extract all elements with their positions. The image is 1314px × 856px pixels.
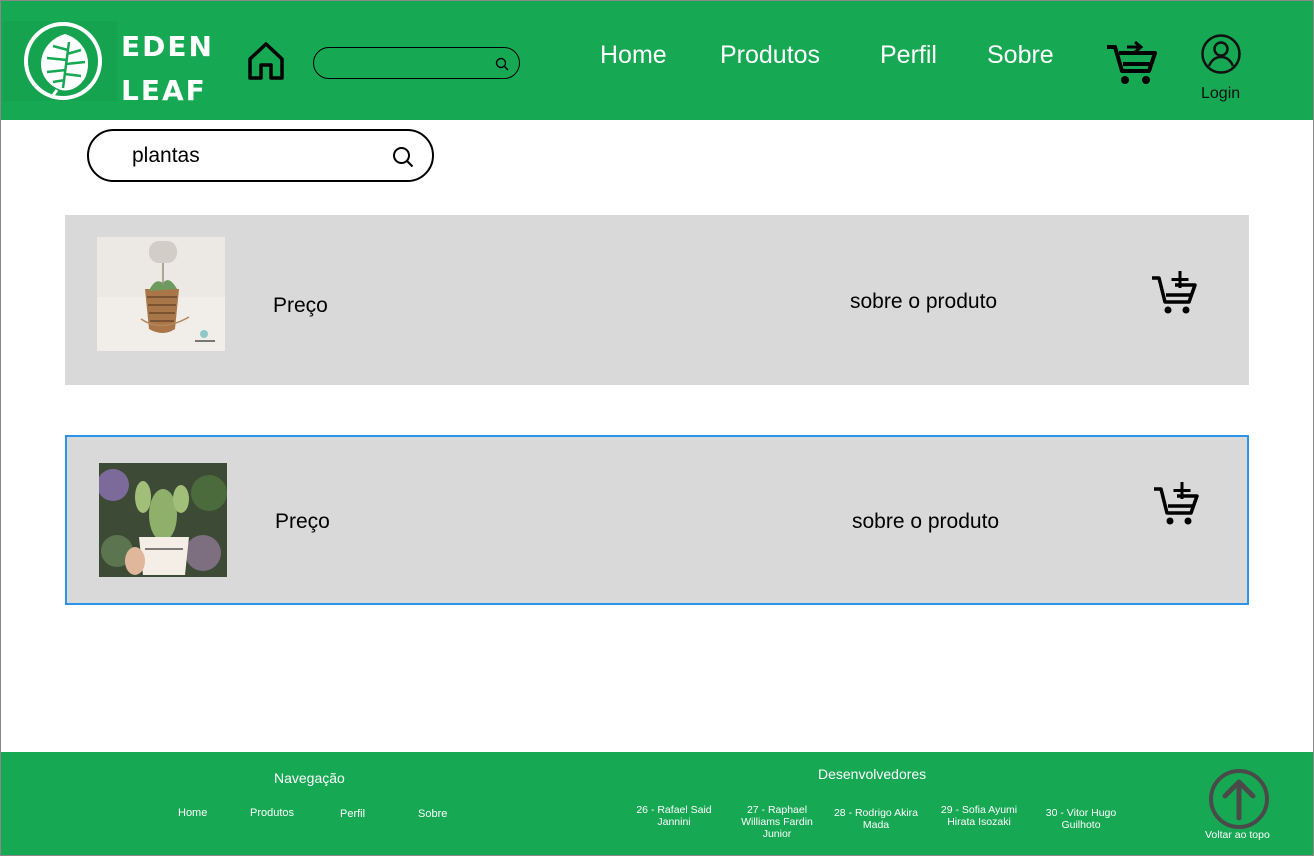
developer-line: Williams Fardin: [741, 816, 813, 828]
brand-line-1: EDEN: [121, 30, 214, 63]
nav-perfil[interactable]: Perfil: [880, 41, 937, 70]
nav-sobre[interactable]: Sobre: [987, 41, 1054, 70]
developer-line: 27 - Raphael: [746, 804, 808, 816]
footer-link-perfil[interactable]: Perfil: [340, 808, 365, 820]
developer-credit: 26 - Rafael Said Jannini: [624, 804, 724, 828]
product-about-link[interactable]: sobre o produto: [852, 510, 999, 534]
developer-line: Mada: [862, 819, 890, 831]
footer-link-home[interactable]: Home: [178, 807, 207, 819]
product-about-link[interactable]: sobre o produto: [850, 290, 997, 314]
product-row[interactable]: Preço sobre o produto: [65, 435, 1249, 605]
product-row[interactable]: Preço sobre o produto: [65, 215, 1249, 385]
brand-name: EDEN LEAF: [121, 25, 214, 113]
developer-line: 30 - Vitor Hugo: [1045, 807, 1117, 819]
footer-nav-title: Navegação: [274, 770, 345, 786]
login-label[interactable]: Login: [1201, 85, 1240, 103]
developer-line: Guilhoto: [1061, 819, 1101, 831]
product-image[interactable]: [97, 237, 225, 351]
nav-home[interactable]: Home: [600, 41, 667, 70]
developer-credit: 30 - Vitor Hugo Guilhoto: [1035, 807, 1127, 831]
leaf-logo-icon: [24, 22, 102, 100]
product-price: Preço: [275, 510, 330, 533]
product-search-input[interactable]: [132, 142, 382, 170]
cart-add-icon[interactable]: [1105, 41, 1157, 87]
developer-credit: 27 - Raphael Williams Fardin Junior: [732, 804, 822, 840]
nav-produtos[interactable]: Produtos: [720, 41, 820, 70]
arrow-up-icon[interactable]: [1208, 768, 1270, 830]
developer-credit: 29 - Sofia Ayumi Hirata Isozaki: [930, 804, 1028, 828]
developer-line: 26 - Rafael Said: [636, 804, 712, 816]
footer: Navegação Home Produtos Perfil Sobre Des…: [1, 752, 1313, 855]
product-image[interactable]: [99, 463, 227, 577]
developer-line: Hirata Isozaki: [947, 816, 1011, 828]
footer-link-produtos[interactable]: Produtos: [250, 807, 294, 819]
product-search[interactable]: [87, 129, 434, 182]
user-icon[interactable]: [1200, 33, 1242, 75]
footer-link-sobre[interactable]: Sobre: [418, 808, 447, 820]
home-icon[interactable]: [247, 41, 285, 81]
footer-devs-title: Desenvolvedores: [818, 766, 927, 782]
developer-line: Jannini: [657, 816, 691, 828]
page: EDEN LEAF Home Produtos Perfil Sobre Log…: [0, 0, 1314, 856]
product-price: Preço: [273, 294, 328, 317]
back-to-top-label[interactable]: Voltar ao topo: [1205, 829, 1270, 841]
search-icon[interactable]: [392, 146, 414, 168]
header-search[interactable]: [313, 47, 520, 79]
search-icon[interactable]: [495, 57, 509, 71]
developer-credit: 28 - Rodrigo Akira Mada: [826, 807, 926, 831]
developer-line: 28 - Rodrigo Akira: [833, 807, 919, 819]
header-search-input[interactable]: [326, 52, 496, 74]
cart-add-icon[interactable]: [1151, 270, 1197, 316]
developer-line: Junior: [762, 828, 792, 840]
developer-line: 29 - Sofia Ayumi: [940, 804, 1018, 816]
cart-add-icon[interactable]: [1153, 481, 1199, 527]
header: EDEN LEAF Home Produtos Perfil Sobre Log…: [1, 1, 1313, 120]
brand-line-2: LEAF: [121, 74, 207, 107]
